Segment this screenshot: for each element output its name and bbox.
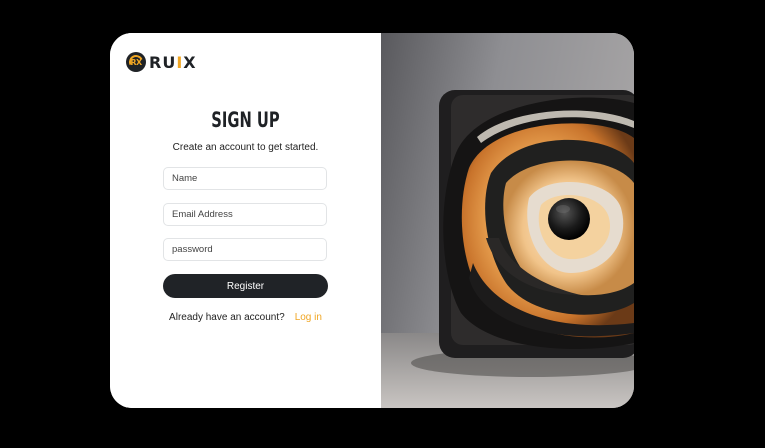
email-input[interactable] (163, 203, 327, 226)
login-prompt-text: Already have an account? (169, 312, 285, 323)
logo-mark-icon: RX (126, 52, 146, 72)
brand-logo[interactable]: RX RUIX (126, 51, 197, 73)
abstract-swirl-sculpture-image (381, 33, 634, 408)
login-prompt-row: Already have an account? Log in (110, 312, 381, 323)
signup-panel: RX RUIX SIGN UP Create an account to get… (110, 33, 381, 408)
password-input[interactable] (163, 238, 327, 261)
signup-card: RX RUIX SIGN UP Create an account to get… (110, 33, 634, 408)
login-link[interactable]: Log in (295, 312, 322, 323)
page-subtitle: Create an account to get started. (172, 142, 319, 153)
register-button[interactable]: Register (163, 274, 328, 298)
brand-name: RUIX (149, 52, 197, 72)
name-input[interactable] (163, 167, 327, 190)
page-title: SIGN UP (211, 108, 280, 132)
